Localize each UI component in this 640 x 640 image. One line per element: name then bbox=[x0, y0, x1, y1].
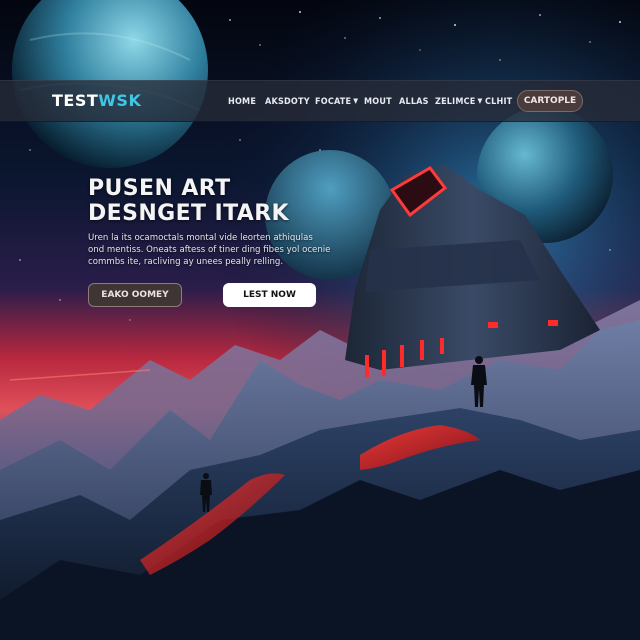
brand-logo-part1: TEST bbox=[52, 91, 99, 110]
nav-item-focate[interactable]: FOCATE ▼ bbox=[315, 95, 358, 109]
nav-item-label: HOME bbox=[228, 97, 257, 107]
chevron-down-icon: ▼ bbox=[477, 97, 483, 105]
hero-description-line: ond mentiss. Oneats aftess of tiner ding… bbox=[88, 245, 331, 255]
standing-figure-left bbox=[200, 473, 212, 512]
nav-item-mout[interactable]: MOUT bbox=[364, 95, 392, 109]
hero-description-line: Uren la its ocamoctals montal vide leort… bbox=[88, 233, 313, 243]
nav-item-aksdoty[interactable]: AKSDOTY bbox=[265, 95, 310, 109]
hero-description-line: commbs ite, racliving ay unees peally re… bbox=[88, 257, 284, 267]
nav-cta-button[interactable]: CARTOPLE bbox=[517, 90, 583, 112]
chevron-down-icon: ▼ bbox=[353, 97, 359, 105]
nav-item-label: FOCATE bbox=[315, 97, 352, 107]
standing-figure-right bbox=[471, 356, 487, 407]
nav-item-zelimce[interactable]: ZELIMCE ▼ bbox=[435, 95, 483, 109]
hero-title-line-1: PUSEN ART bbox=[88, 176, 231, 201]
hero-title: PUSEN ART DESNGET ITARK bbox=[88, 176, 289, 226]
nav-item-label: AKSDOTY bbox=[265, 97, 310, 107]
nav-item-label: CLHIT bbox=[485, 97, 513, 107]
nav-item-label: ALLAS bbox=[399, 97, 429, 107]
nav-item-allas[interactable]: ALLAS bbox=[399, 95, 429, 109]
brand-logo[interactable]: TESTWSK bbox=[52, 91, 141, 110]
nav-item-home[interactable]: HOME bbox=[228, 95, 256, 109]
hero-primary-button[interactable]: LEST NOW bbox=[223, 283, 316, 307]
hero-description: Uren la its ocamoctals montal vide leort… bbox=[88, 232, 338, 268]
nav-item-label: ZELIMCE bbox=[435, 97, 476, 107]
brand-logo-part2: WSK bbox=[98, 91, 142, 110]
hero-secondary-button[interactable]: EAKO OOMEY bbox=[88, 283, 182, 307]
nav-item-label: MOUT bbox=[364, 97, 392, 107]
nav-item-clhit[interactable]: CLHIT bbox=[485, 95, 512, 109]
hero-title-line-2: DESNGET ITARK bbox=[88, 201, 289, 226]
